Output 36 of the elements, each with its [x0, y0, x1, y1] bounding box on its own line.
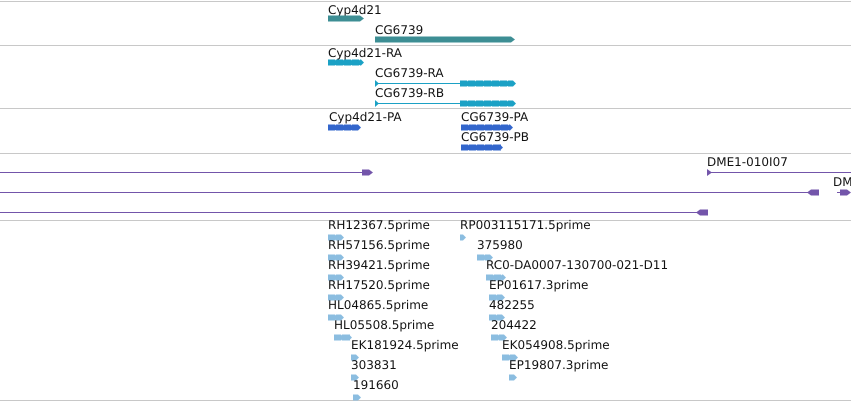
feature-label: EK054908.5prime	[502, 338, 610, 352]
feature-label: 482255	[489, 298, 535, 312]
feature-label: RC0-DA0007-130700-021-D11	[486, 258, 668, 272]
feature-label: 375980	[477, 238, 523, 252]
feature-label: 204422	[491, 318, 537, 332]
feature-label: RP003115171.5prime	[460, 218, 591, 232]
feature-label: CG6739-PB	[461, 130, 530, 144]
feature-glyph[interactable]	[328, 234, 344, 241]
feature-label: Cyp4d21	[328, 3, 382, 17]
feature-glyph[interactable]	[502, 354, 518, 361]
feature-label: Cyp4d21-RA	[328, 46, 402, 60]
feature-glyph[interactable]	[351, 374, 359, 381]
feature-label: CG6739-RB	[375, 86, 444, 100]
feature-label: CG6739-RA	[375, 66, 444, 80]
feature-glyph[interactable]	[328, 254, 344, 261]
feature-glyph[interactable]	[351, 354, 359, 361]
feature-glyph[interactable]	[489, 314, 505, 321]
feature-label: HL05508.5prime	[334, 318, 434, 332]
feature-label: RH17520.5prime	[328, 278, 430, 292]
feature-glyph[interactable]	[486, 274, 506, 281]
feature-label: EP01617.3prime	[489, 278, 588, 292]
feature-glyph[interactable]	[328, 274, 344, 281]
feature-label: CG6739	[375, 23, 424, 37]
feature-label: RH57156.5prime	[328, 238, 430, 252]
feature-label: DME1-010I07	[707, 155, 788, 169]
feature-label: RH39421.5prime	[328, 258, 430, 272]
feature-label: CG6739-PA	[461, 110, 528, 124]
feature-label: Cyp4d21-PA	[329, 110, 402, 124]
feature-glyph[interactable]	[489, 294, 505, 301]
feature-label: EK181924.5prime	[351, 338, 459, 352]
feature-label: EP19807.3prime	[509, 358, 608, 372]
feature-label: 191660	[353, 378, 399, 392]
feature-label: DM	[833, 175, 851, 189]
feature-label: HL04865.5prime	[328, 298, 428, 312]
feature-label: 303831	[351, 358, 397, 372]
feature-label: RH12367.5prime	[328, 218, 430, 232]
